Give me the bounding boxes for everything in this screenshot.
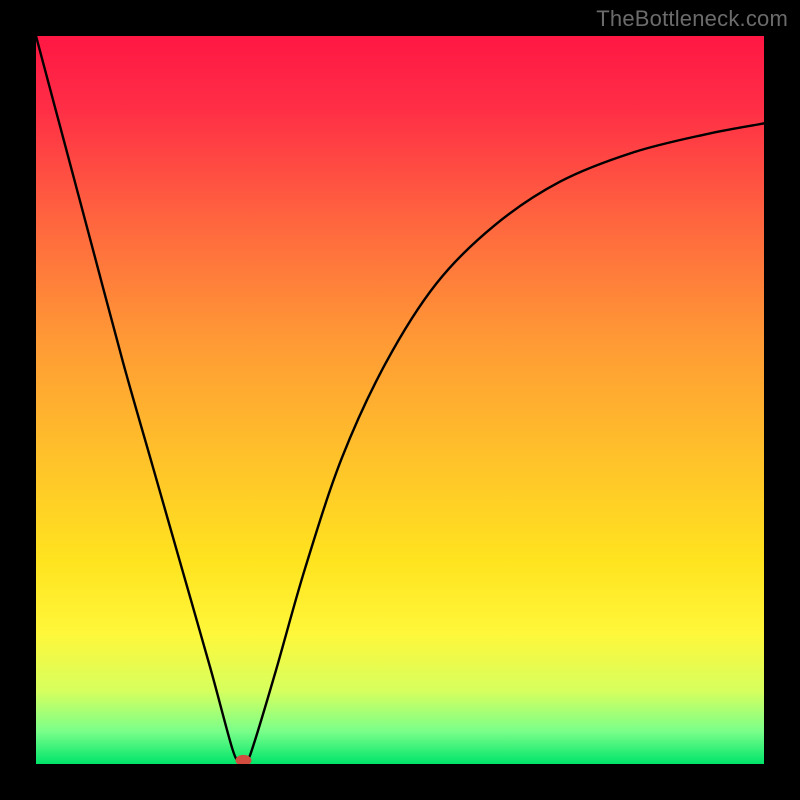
plot-area <box>36 36 764 764</box>
watermark-text: TheBottleneck.com <box>596 6 788 32</box>
chart-frame: TheBottleneck.com <box>0 0 800 800</box>
chart-svg <box>36 36 764 764</box>
